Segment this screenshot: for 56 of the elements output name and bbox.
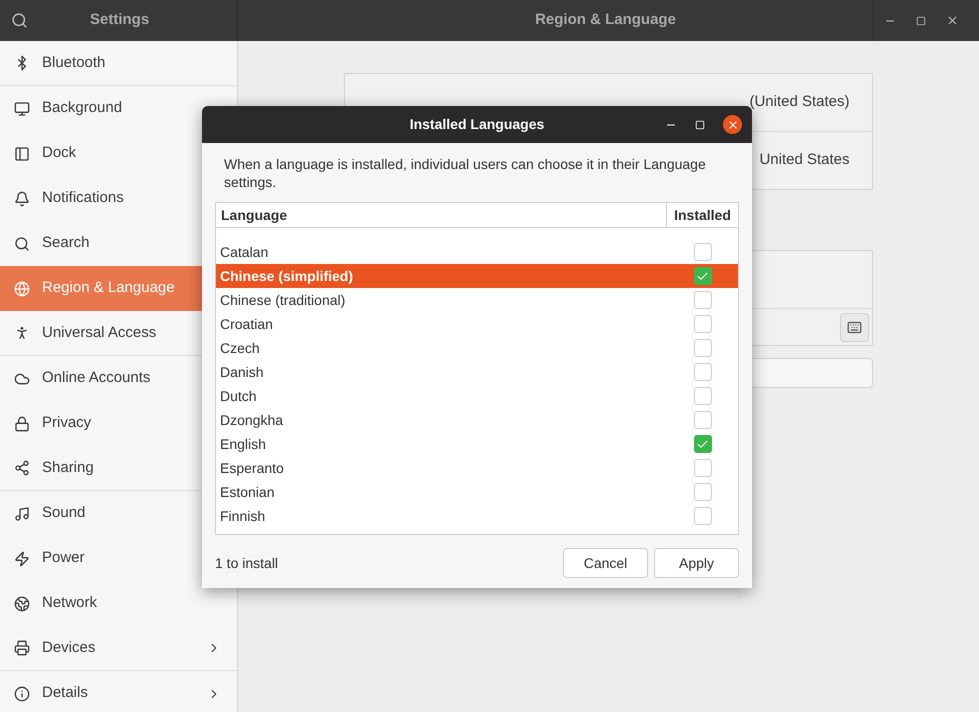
dialog-description: When a language is installed, individual users can choose it in their Language settings. [223,155,707,191]
installed-checkbox[interactable] [694,315,712,333]
info-icon [14,686,30,702]
sidebar-item[interactable]: Details [0,671,237,712]
column-header[interactable]: Language [216,203,667,227]
check-icon [696,438,709,450]
installed-checkbox[interactable] [694,459,712,477]
dock-icon [14,146,30,162]
sidebar-title: Settings [90,10,150,30]
language-row[interactable]: Chinese (simplified) [216,264,738,288]
keyboard-button[interactable] [840,312,869,342]
formats-value: United States [759,150,850,170]
cloud-icon [14,370,30,386]
printer-icon [14,640,30,656]
installed-checkbox[interactable] [694,267,712,285]
language-row[interactable]: Catalan [216,240,738,264]
music-note-icon [14,506,30,522]
maximize-icon[interactable] [916,16,926,26]
check-icon [696,270,709,282]
language-value: (United States) [749,92,850,112]
installed-checkbox[interactable] [694,387,712,405]
language-row[interactable]: Danish [216,360,738,384]
language-row[interactable]: Dzongkha [216,408,738,432]
install-count: 1 to install [215,554,280,572]
cancel-button[interactable]: Cancel [563,548,648,578]
window-title: Region & Language [535,10,676,30]
globe-icon [14,280,30,296]
installed-checkbox[interactable] [694,435,712,453]
search-icon[interactable] [11,12,28,29]
installed-checkbox[interactable] [694,339,712,357]
close-button[interactable] [723,115,742,134]
installed-checkbox[interactable] [694,411,712,429]
apply-button[interactable]: Apply [654,548,739,578]
installed-checkbox[interactable] [694,243,712,261]
monitor-icon [14,100,30,116]
share-icon [14,460,30,476]
sidebar-item[interactable]: Background [0,86,237,131]
installed-checkbox[interactable] [694,363,712,381]
lightning-icon [14,550,30,566]
close-icon [726,118,738,130]
search-icon [14,236,30,252]
dialog-title: Installed Languages [410,115,544,134]
lock-icon [14,416,30,432]
keyboard-icon [847,320,862,334]
close-icon[interactable] [946,14,959,27]
column-header[interactable]: Installed [667,203,738,227]
earth-icon [14,596,30,612]
language-row[interactable]: Finnish [216,504,738,528]
sidebar-item[interactable]: Devices [0,626,237,671]
installed-checkbox[interactable] [694,507,712,525]
installed-checkbox[interactable] [694,483,712,501]
installed-checkbox[interactable] [694,291,712,309]
sidebar-item[interactable]: Network [0,581,237,626]
language-row[interactable]: Dutch [216,384,738,408]
bell-icon [14,190,30,206]
sidebar-item[interactable]: Bluetooth [0,41,237,86]
